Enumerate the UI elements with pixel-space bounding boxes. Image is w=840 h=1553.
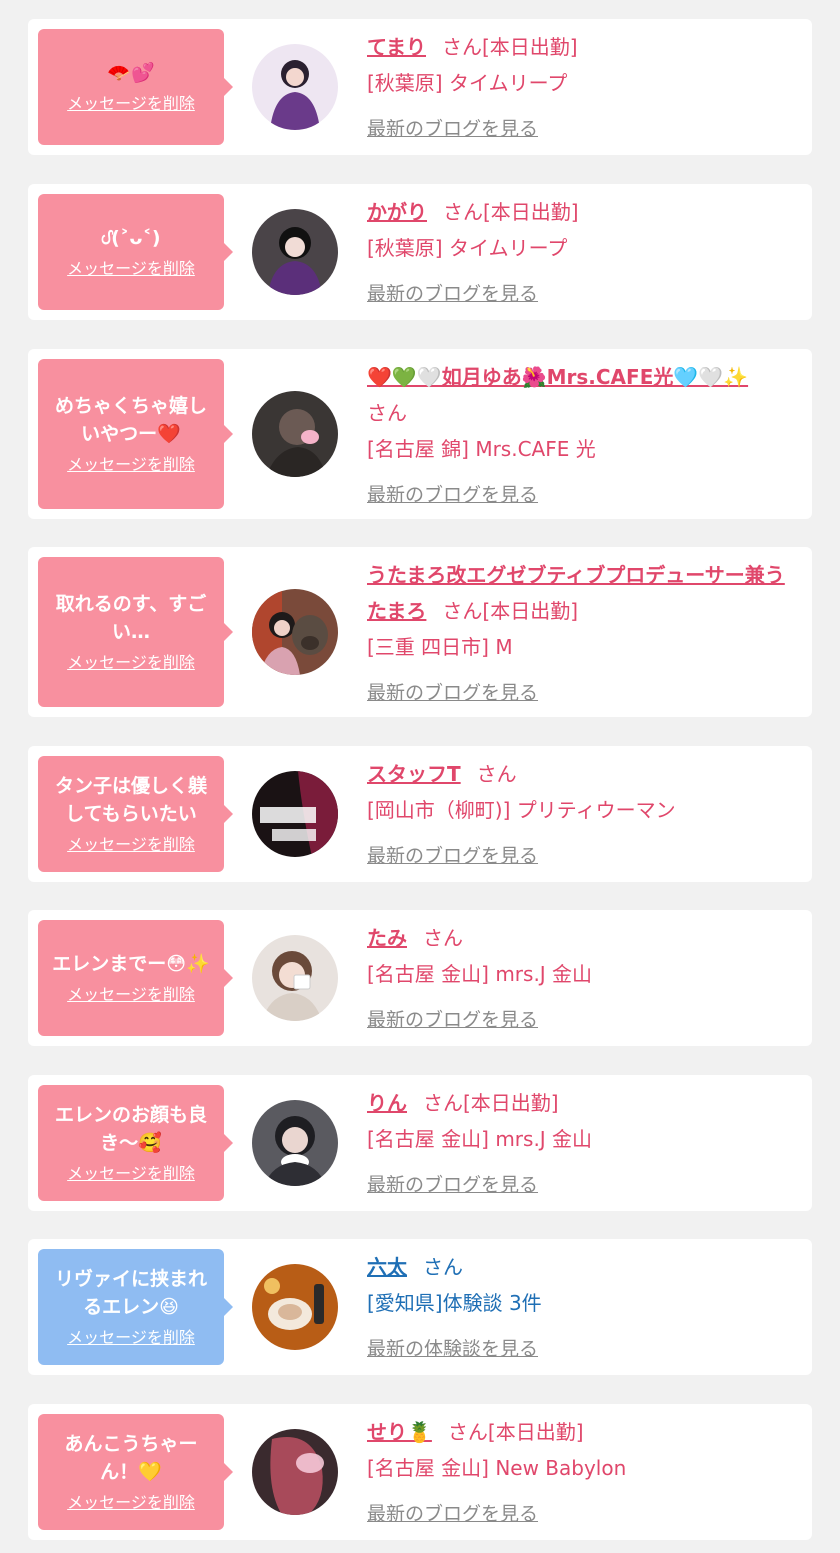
profile-name-link[interactable]: 六太 — [367, 1255, 407, 1279]
message-text: リヴァイに挟まれるエレン😆 — [54, 1268, 207, 1318]
delete-message-link[interactable]: メッセージを削除 — [67, 454, 195, 476]
shop-label: [岡山市（柳町)] プリティウーマン — [367, 798, 676, 822]
message-card: 🪭💕 メッセージを削除 てまり さん[本日出勤] [秋葉原] タイムリープ 最新の… — [28, 19, 812, 155]
message-bubble: めちゃくちゃ嬉しいやつー❤️ メッセージを削除 — [38, 359, 233, 509]
message-text: 🪭💕 — [107, 62, 155, 84]
message-bubble: タン子は優しく躾してもらいたい メッセージを削除 — [38, 756, 233, 872]
message-card: エレンのお顔も良き〜🥰 メッセージを削除 りん さん[本日出勤] [名古屋 金山]… — [28, 1075, 812, 1211]
delete-message-link[interactable]: メッセージを削除 — [67, 258, 195, 280]
profile-info: かがり さん[本日出勤] [秋葉原] タイムリープ 最新のブログを見る — [367, 194, 796, 312]
latest-blog-link[interactable]: 最新のブログを見る — [367, 675, 538, 711]
message-bubble: ᦔ(˃ᴗ˂) メッセージを削除 — [38, 194, 233, 310]
message-card: ᦔ(˃ᴗ˂) メッセージを削除 かがり さん[本日出勤] [秋葉原] タイムリープ… — [28, 184, 812, 320]
message-text: エレンまでー😳✨ — [52, 953, 210, 975]
message-bubble: エレンのお顔も良き〜🥰 メッセージを削除 — [38, 1085, 233, 1201]
latest-blog-link[interactable]: 最新のブログを見る — [367, 1496, 538, 1532]
profile-name-link[interactable]: りん — [367, 1091, 407, 1115]
latest-blog-link[interactable]: 最新のブログを見る — [367, 1167, 538, 1203]
profile-suffix: さん — [367, 401, 407, 425]
avatar[interactable] — [252, 935, 338, 1021]
delete-message-link[interactable]: メッセージを削除 — [67, 1327, 195, 1349]
shop-label: [名古屋 金山] New Babylon — [367, 1456, 627, 1480]
avatar[interactable] — [252, 589, 338, 675]
message-list: 🪭💕 メッセージを削除 てまり さん[本日出勤] [秋葉原] タイムリープ 最新の… — [0, 0, 840, 1553]
message-text: ᦔ(˃ᴗ˂) — [101, 227, 161, 249]
message-card: エレンまでー😳✨ メッセージを削除 たみ さん [名古屋 金山] mrs.J 金山… — [28, 910, 812, 1046]
message-card: あんこうちゃーん！💛 メッセージを削除 せり🍍 さん[本日出勤] [名古屋 金山]… — [28, 1404, 812, 1540]
shop-label: [秋葉原] タイムリープ — [367, 236, 568, 260]
delete-message-link[interactable]: メッセージを削除 — [67, 652, 195, 674]
message-bubble: あんこうちゃーん！💛 メッセージを削除 — [38, 1414, 233, 1530]
profile-name-link[interactable]: たみ — [367, 926, 407, 950]
avatar[interactable] — [252, 1429, 338, 1515]
profile-name-link[interactable]: せり🍍 — [367, 1420, 432, 1444]
profile-name-link[interactable]: スタッフT — [367, 762, 461, 786]
avatar[interactable] — [252, 44, 338, 130]
avatar[interactable] — [252, 1264, 338, 1350]
profile-info: スタッフT さん [岡山市（柳町)] プリティウーマン 最新のブログを見る — [367, 756, 796, 874]
profile-suffix: さん[本日出勤] — [447, 1420, 584, 1444]
latest-review-link[interactable]: 最新の体験談を見る — [367, 1331, 538, 1367]
shop-label: [秋葉原] タイムリープ — [367, 71, 568, 95]
profile-info: 六太 さん [愛知県]体験談 3件 最新の体験談を見る — [367, 1249, 796, 1367]
profile-name-link[interactable]: てまり — [367, 35, 426, 59]
avatar[interactable] — [252, 209, 338, 295]
delete-message-link[interactable]: メッセージを削除 — [67, 1492, 195, 1514]
profile-suffix: さん[本日出勤] — [442, 599, 579, 623]
message-bubble: エレンまでー😳✨ メッセージを削除 — [38, 920, 233, 1036]
profile-suffix: さん[本日出勤] — [443, 200, 579, 224]
profile-suffix: さん — [476, 762, 517, 786]
shop-label: [名古屋 錦] Mrs.CAFE 光 — [367, 437, 596, 461]
delete-message-link[interactable]: メッセージを削除 — [67, 93, 195, 115]
profile-info: せり🍍 さん[本日出勤] [名古屋 金山] New Babylon 最新のブログを… — [367, 1414, 796, 1532]
message-text: めちゃくちゃ嬉しいやつー❤️ — [54, 395, 207, 445]
message-bubble: 取れるのす、すごい… メッセージを削除 — [38, 557, 233, 707]
shop-label: [名古屋 金山] mrs.J 金山 — [367, 962, 593, 986]
message-card: リヴァイに挟まれるエレン😆 メッセージを削除 六太 さん [愛知県]体験談 3件 … — [28, 1239, 812, 1375]
profile-name-link[interactable]: ❤️💚🤍如月ゆあ🌺Mrs.CAFE光🩵🤍✨ — [367, 365, 748, 389]
shop-label: [名古屋 金山] mrs.J 金山 — [367, 1127, 593, 1151]
profile-info: うたまろ改エグゼブティブプロデューサー兼うたまろ さん[本日出勤] [三重 四日市… — [367, 557, 796, 711]
profile-suffix: さん — [423, 1255, 463, 1279]
latest-blog-link[interactable]: 最新のブログを見る — [367, 838, 538, 874]
latest-blog-link[interactable]: 最新のブログを見る — [367, 276, 538, 312]
profile-suffix: さん[本日出勤] — [442, 35, 578, 59]
profile-info: てまり さん[本日出勤] [秋葉原] タイムリープ 最新のブログを見る — [367, 29, 796, 147]
latest-blog-link[interactable]: 最新のブログを見る — [367, 111, 538, 147]
profile-name-link[interactable]: かがり — [367, 200, 427, 224]
avatar[interactable] — [252, 1100, 338, 1186]
message-bubble: 🪭💕 メッセージを削除 — [38, 29, 233, 145]
delete-message-link[interactable]: メッセージを削除 — [67, 834, 195, 856]
delete-message-link[interactable]: メッセージを削除 — [67, 984, 195, 1006]
message-card: タン子は優しく躾してもらいたい メッセージを削除 スタッフT さん [岡山市（柳町… — [28, 746, 812, 882]
shop-label: [愛知県]体験談 3件 — [367, 1291, 542, 1315]
latest-blog-link[interactable]: 最新のブログを見る — [367, 477, 538, 513]
profile-info: たみ さん [名古屋 金山] mrs.J 金山 最新のブログを見る — [367, 920, 796, 1038]
message-bubble: リヴァイに挟まれるエレン😆 メッセージを削除 — [38, 1249, 233, 1365]
message-text: あんこうちゃーん！💛 — [64, 1433, 198, 1483]
avatar[interactable] — [252, 391, 338, 477]
shop-label: [三重 四日市] M — [367, 635, 513, 659]
avatar[interactable] — [252, 771, 338, 857]
delete-message-link[interactable]: メッセージを削除 — [67, 1163, 195, 1185]
message-card: 取れるのす、すごい… メッセージを削除 うたまろ改エグゼブティブプロデューサー兼… — [28, 547, 812, 717]
profile-suffix: さん — [423, 926, 463, 950]
profile-suffix: さん[本日出勤] — [423, 1091, 559, 1115]
message-card: めちゃくちゃ嬉しいやつー❤️ メッセージを削除 ❤️💚🤍如月ゆあ🌺Mrs.CAF… — [28, 349, 812, 519]
profile-info: ❤️💚🤍如月ゆあ🌺Mrs.CAFE光🩵🤍✨ さん [名古屋 錦] Mrs.CAFE… — [367, 359, 796, 513]
message-text: タン子は優しく躾してもらいたい — [54, 775, 207, 825]
profile-info: りん さん[本日出勤] [名古屋 金山] mrs.J 金山 最新のブログを見る — [367, 1085, 796, 1203]
message-text: エレンのお顔も良き〜🥰 — [54, 1104, 207, 1154]
latest-blog-link[interactable]: 最新のブログを見る — [367, 1002, 538, 1038]
message-text: 取れるのす、すごい… — [55, 593, 207, 643]
